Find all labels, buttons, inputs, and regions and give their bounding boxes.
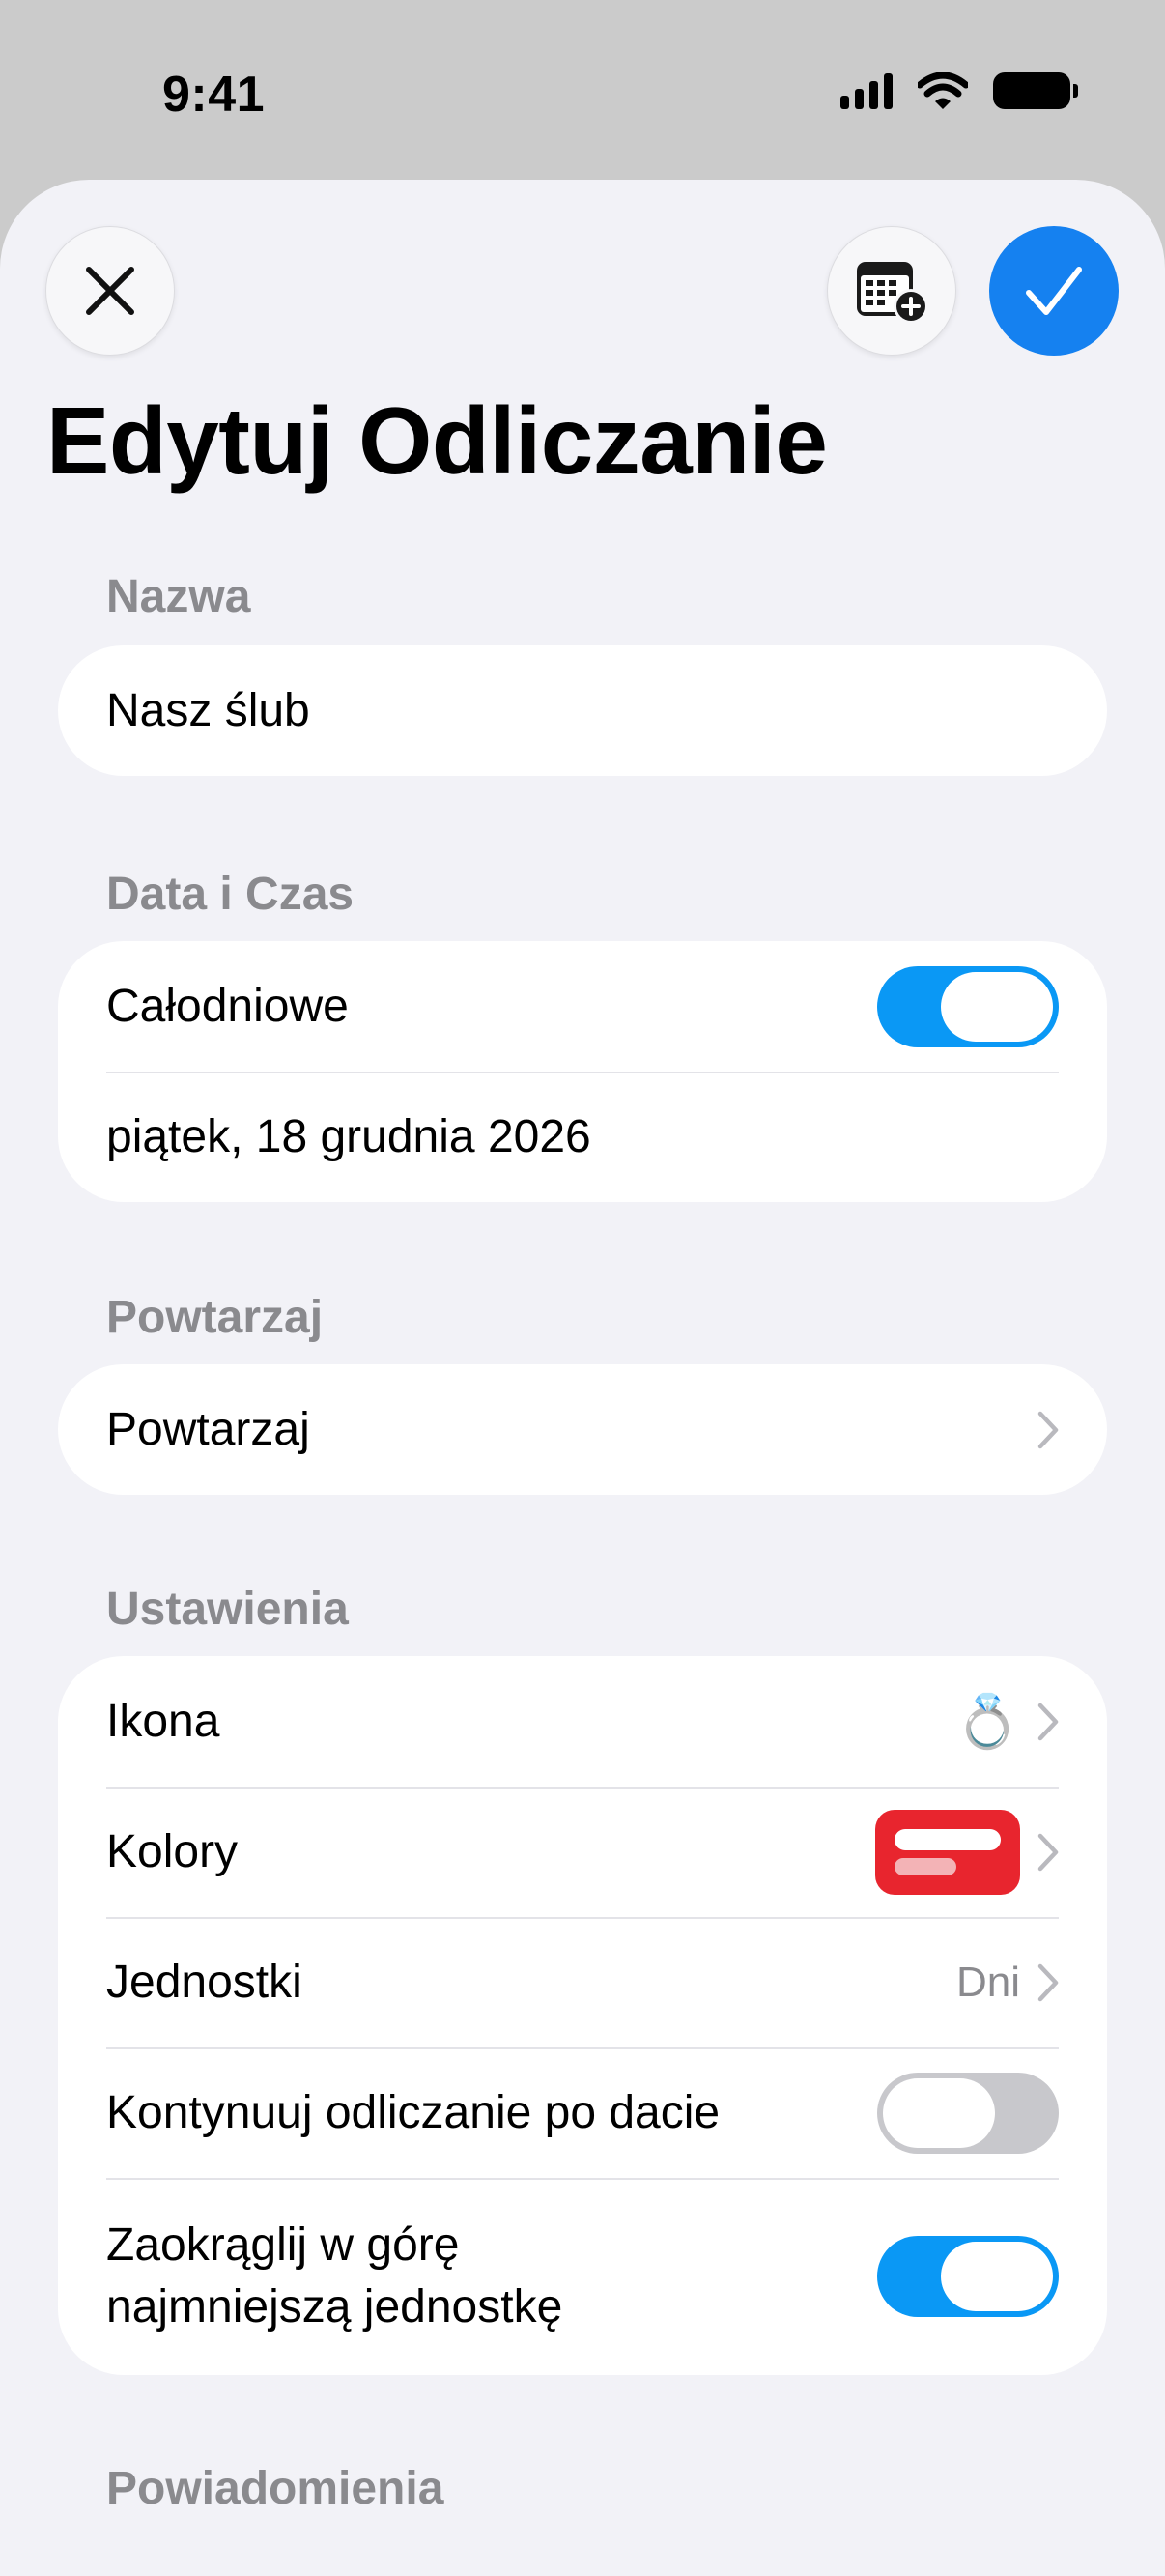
ring-icon: 💍 xyxy=(954,1692,1020,1751)
section-header-settings: Ustawienia xyxy=(106,1584,349,1635)
toggle-knob xyxy=(941,2242,1053,2311)
repeat-row[interactable]: Powtarzaj xyxy=(58,1364,1107,1495)
chevron-right-icon xyxy=(1037,1963,1059,2001)
status-icons xyxy=(840,70,1078,112)
close-button[interactable] xyxy=(45,226,175,356)
close-icon xyxy=(86,267,134,315)
round-up-label-line2: najmniejszą jednostkę xyxy=(106,2281,563,2333)
units-label: Jednostki xyxy=(106,1957,302,2008)
round-up-label: Zaokrąglij w górę najmniejszą jednostkę xyxy=(106,2215,877,2338)
units-value: Dni xyxy=(955,1958,1020,2006)
add-to-calendar-button[interactable] xyxy=(827,226,956,356)
section-header-name: Nazwa xyxy=(106,571,251,622)
icon-label: Ikona xyxy=(106,1696,220,1747)
continue-countdown-row: Kontynuuj odliczanie po dacie xyxy=(58,2047,1107,2178)
date-row[interactable]: piątek, 18 grudnia 2026 xyxy=(58,1072,1107,1202)
battery-icon xyxy=(993,72,1078,109)
color-swatch xyxy=(875,1809,1020,1895)
section-header-datetime: Data i Czas xyxy=(106,869,355,920)
section-header-repeat: Powtarzaj xyxy=(106,1292,324,1343)
continue-countdown-label: Kontynuuj odliczanie po dacie xyxy=(106,2087,721,2138)
cellular-signal-icon xyxy=(840,72,893,109)
date-value: piątek, 18 grudnia 2026 xyxy=(106,1111,591,1162)
confirm-button[interactable] xyxy=(989,226,1119,356)
status-time: 9:41 xyxy=(162,67,266,123)
repeat-card: Powtarzaj xyxy=(58,1364,1107,1495)
chevron-right-icon xyxy=(1037,1411,1059,1448)
colors-label: Kolory xyxy=(106,1826,239,1877)
section-header-notifications: Powiadomienia xyxy=(106,2463,444,2514)
name-value: Nasz ślub xyxy=(106,685,310,736)
settings-card: Ikona 💍 Kolory Jednostki Dni Kontynuuj o… xyxy=(58,1656,1107,2375)
calendar-add-icon xyxy=(857,262,928,324)
round-up-label-line1: Zaokrąglij w górę xyxy=(106,2219,460,2271)
wifi-icon xyxy=(918,72,968,109)
all-day-toggle[interactable] xyxy=(877,965,1059,1047)
chevron-right-icon xyxy=(1037,1833,1059,1871)
round-up-toggle[interactable] xyxy=(877,2236,1059,2317)
datetime-card: Całodniowe piątek, 18 grudnia 2026 xyxy=(58,941,1107,1202)
units-row[interactable]: Jednostki Dni xyxy=(58,1917,1107,2047)
continue-countdown-toggle[interactable] xyxy=(877,2072,1059,2154)
checkmark-icon xyxy=(1026,267,1082,315)
name-field[interactable]: Nasz ślub xyxy=(58,645,1107,776)
colors-row[interactable]: Kolory xyxy=(58,1787,1107,1917)
icon-row[interactable]: Ikona 💍 xyxy=(58,1656,1107,1787)
all-day-row: Całodniowe xyxy=(58,941,1107,1072)
name-card: Nasz ślub xyxy=(58,645,1107,776)
toggle-knob xyxy=(941,971,1053,1042)
all-day-label: Całodniowe xyxy=(106,981,349,1032)
toggle-knob xyxy=(883,2077,995,2148)
repeat-label: Powtarzaj xyxy=(106,1404,310,1455)
page-title: Edytuj Odliczanie xyxy=(46,387,828,494)
round-up-row: Zaokrąglij w górę najmniejszą jednostkę xyxy=(58,2178,1107,2375)
chevron-right-icon xyxy=(1037,1703,1059,1740)
